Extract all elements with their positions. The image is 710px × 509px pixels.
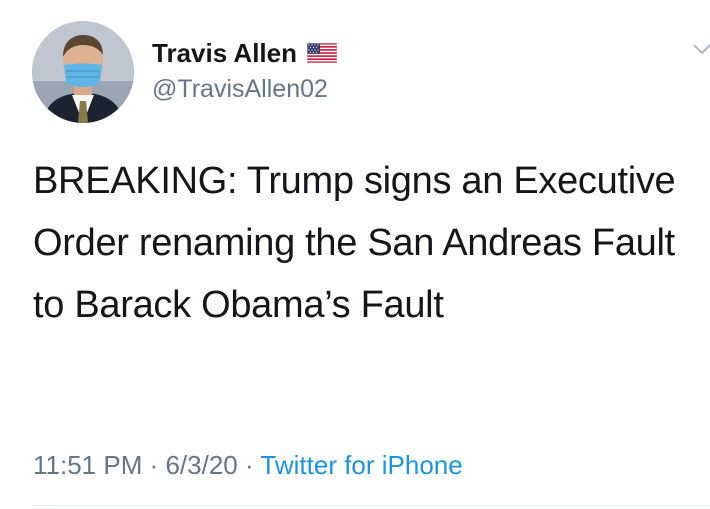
divider: [33, 505, 710, 506]
tweet-time[interactable]: 11:51 PM: [33, 450, 142, 480]
tweet-text: BREAKING: Trump signs an Executive Order…: [33, 160, 676, 326]
us-flag-icon: [307, 43, 337, 63]
meta-separator: ·: [237, 450, 261, 480]
author-name-row[interactable]: Travis Allen: [152, 38, 337, 68]
chevron-down-icon[interactable]: [692, 42, 710, 56]
tweet-source-link[interactable]: Twitter for iPhone: [260, 450, 462, 480]
tweet-card: Travis Allen @TravisAllen02 BREAKING: Tr…: [0, 0, 710, 509]
avatar[interactable]: [32, 21, 134, 123]
tweet-date[interactable]: 6/3/20: [165, 450, 237, 480]
author-handle[interactable]: @TravisAllen02: [152, 74, 328, 104]
profile-photo-icon: [32, 21, 134, 123]
meta-separator: ·: [142, 450, 166, 480]
tweet-meta: 11:51 PM · 6/3/20 · Twitter for iPhone: [33, 448, 463, 482]
display-name[interactable]: Travis Allen: [152, 38, 297, 68]
